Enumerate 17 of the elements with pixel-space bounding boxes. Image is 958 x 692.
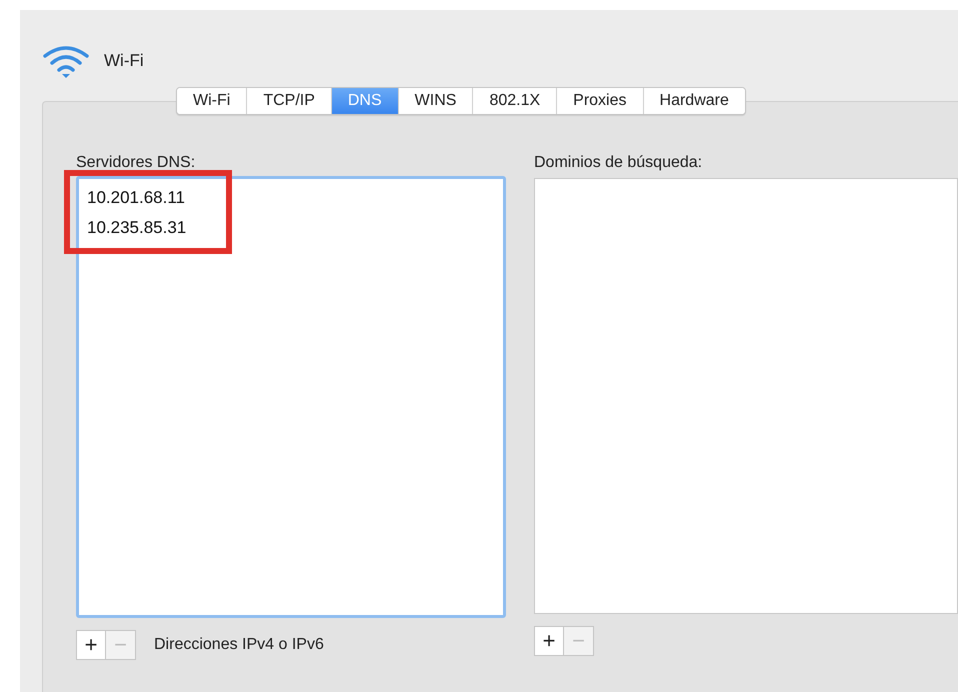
hint-text: Direcciones IPv4 o IPv6 — [154, 636, 324, 654]
list-label: Dominios de búsqueda: — [534, 154, 704, 172]
window-title: Wi-Fi — [104, 51, 144, 71]
tab[interactable]: WINS — [398, 88, 474, 114]
add-button[interactable]: + — [76, 630, 106, 660]
tab[interactable]: Proxies — [557, 88, 644, 114]
wifi-icon — [42, 44, 90, 78]
list-item[interactable]: 10.235.85.31 — [87, 213, 495, 243]
tab[interactable]: TCP/IP — [247, 88, 332, 114]
list-box[interactable] — [534, 178, 958, 614]
add-button[interactable]: + — [534, 626, 564, 656]
list-box[interactable]: 10.201.68.11 10.235.85.31 — [76, 176, 506, 618]
tab[interactable]: Hardware — [644, 88, 745, 114]
tab[interactable]: Wi-Fi — [177, 88, 248, 114]
list-label: Servidores DNS: — [76, 154, 196, 172]
list-item[interactable]: 10.201.68.11 — [87, 183, 495, 213]
tab[interactable]: 802.1X — [473, 88, 558, 114]
